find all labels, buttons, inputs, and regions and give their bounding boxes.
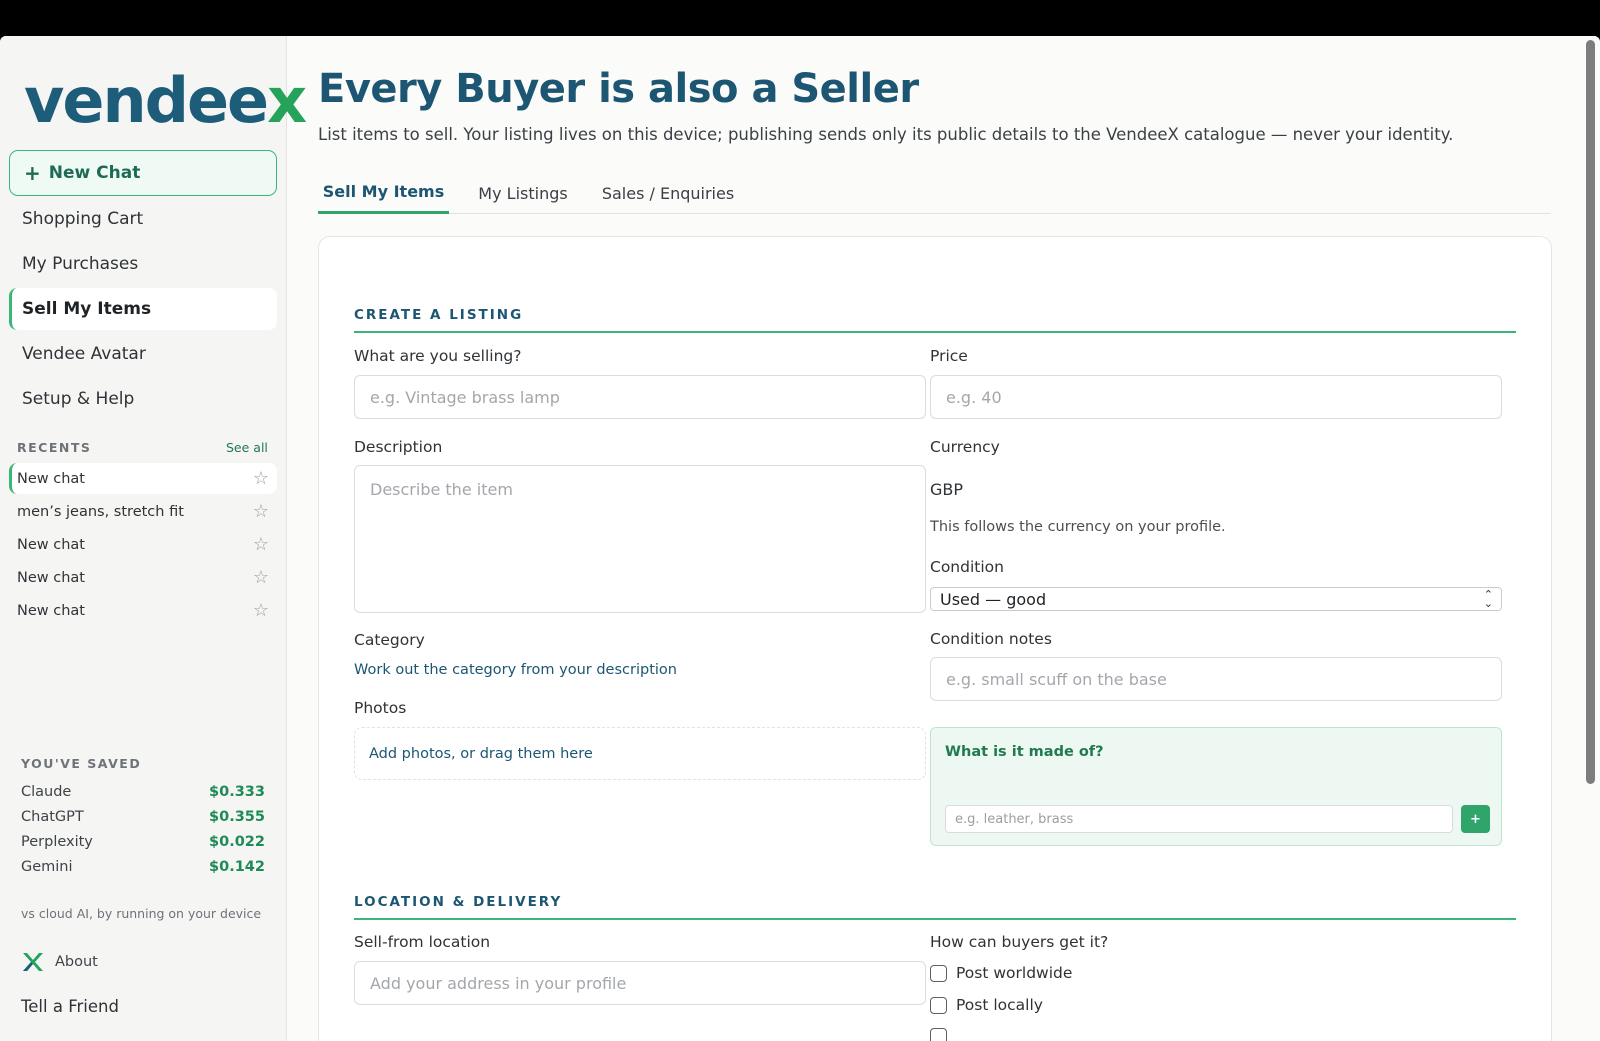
price-label: Price bbox=[930, 347, 968, 365]
star-icon[interactable]: ☆ bbox=[253, 468, 269, 489]
condition-notes-input[interactable]: e.g. small scuff on the base bbox=[930, 657, 1502, 701]
materials-panel: What is it made of? e.g. leather, brass … bbox=[930, 727, 1502, 846]
app-window: vendeex + New Chat Shopping Cart My Purc… bbox=[0, 36, 1600, 1041]
description-textarea[interactable]: Describe the item bbox=[354, 465, 926, 613]
select-arrows-icon: ⌃ ⌄ bbox=[1483, 588, 1493, 610]
saved-row-gemini: Gemini $0.142 bbox=[21, 859, 265, 875]
currency-label: Currency bbox=[930, 438, 1000, 456]
saved-provider: Perplexity bbox=[21, 834, 93, 850]
location-delivery-heading: LOCATION & DELIVERY bbox=[354, 894, 1516, 920]
sidebar-item-sell-my-items[interactable]: Sell My Items bbox=[9, 288, 277, 330]
sidebar-item-shopping-cart[interactable]: Shopping Cart bbox=[9, 198, 277, 240]
main-content: Every Buyer is also a Seller List items … bbox=[287, 36, 1582, 1041]
sidebar-item-label: Sell My Items bbox=[22, 299, 152, 319]
condition-selected: Used — good bbox=[940, 589, 1047, 609]
window-top-bar bbox=[0, 0, 1600, 36]
materials-question: What is it made of? bbox=[945, 744, 1104, 760]
recent-chat-item[interactable]: New chat ☆ bbox=[9, 463, 277, 494]
description-label: Description bbox=[354, 438, 443, 456]
currency-value: GBP bbox=[930, 480, 964, 499]
photos-label: Photos bbox=[354, 699, 407, 717]
saved-row-chatgpt: ChatGPT $0.355 bbox=[21, 809, 265, 825]
sell-from-input[interactable]: Add your address in your profile bbox=[354, 961, 926, 1005]
recent-chat-label: New chat bbox=[17, 470, 85, 487]
currency-hint: This follows the currency on your profil… bbox=[930, 519, 1226, 535]
page-scrollbar[interactable] bbox=[1582, 36, 1600, 1041]
selling-label: What are you selling? bbox=[354, 347, 522, 365]
recent-chat-item[interactable]: men’s jeans, stretch fit ☆ bbox=[9, 496, 277, 527]
checkbox[interactable] bbox=[930, 996, 947, 1014]
page-title: Every Buyer is also a Seller bbox=[318, 66, 919, 112]
category-label: Category bbox=[354, 631, 425, 649]
tab-bar: Sell My Items My Listings Sales / Enquir… bbox=[318, 172, 1551, 214]
materials-input[interactable]: e.g. leather, brass bbox=[945, 805, 1453, 833]
about-link[interactable]: About bbox=[21, 950, 98, 974]
sidebar-item-vendee-avatar[interactable]: Vendee Avatar bbox=[9, 333, 277, 375]
checkbox[interactable] bbox=[930, 1028, 947, 1041]
about-label: About bbox=[55, 954, 98, 970]
recent-chat-item[interactable]: New chat ☆ bbox=[9, 562, 277, 593]
category-auto-link[interactable]: Work out the category from your descript… bbox=[354, 662, 677, 678]
saved-amount: $0.355 bbox=[209, 809, 265, 825]
sidebar-item-my-purchases[interactable]: My Purchases bbox=[9, 243, 277, 285]
option-label: Post worldwide bbox=[956, 964, 1073, 982]
recents-heading: RECENTS bbox=[17, 440, 92, 455]
next-delivery-option[interactable] bbox=[930, 1028, 947, 1041]
recent-chat-item[interactable]: New chat ☆ bbox=[9, 595, 277, 626]
tab-sell-my-items[interactable]: Sell My Items bbox=[318, 172, 449, 214]
checkbox[interactable] bbox=[930, 964, 947, 982]
saved-heading: YOU'VE SAVED bbox=[21, 756, 142, 771]
vendeex-logo[interactable]: vendeex bbox=[24, 64, 307, 138]
recent-chat-label: New chat bbox=[17, 569, 85, 586]
tell-a-friend-link[interactable]: Tell a Friend bbox=[21, 997, 119, 1016]
sidebar-item-label: My Purchases bbox=[22, 254, 139, 274]
price-input[interactable]: e.g. 40 bbox=[930, 375, 1502, 419]
create-listing-heading: CREATE A LISTING bbox=[354, 307, 1516, 333]
saved-note: vs cloud AI, by running on your device bbox=[21, 906, 262, 921]
saved-amount: $0.333 bbox=[209, 784, 265, 800]
star-icon[interactable]: ☆ bbox=[253, 501, 269, 522]
photos-dropzone[interactable]: Add photos, or drag them here bbox=[354, 727, 926, 780]
page-subtitle: List items to sell. Your listing lives o… bbox=[318, 125, 1454, 144]
star-icon[interactable]: ☆ bbox=[253, 534, 269, 555]
new-chat-button[interactable]: + New Chat bbox=[9, 150, 277, 196]
condition-notes-label: Condition notes bbox=[930, 630, 1052, 648]
scrollbar-thumb[interactable] bbox=[1586, 40, 1595, 784]
listing-card: CREATE A LISTING What are you selling? e… bbox=[318, 236, 1552, 1041]
item-name-input[interactable]: e.g. Vintage brass lamp bbox=[354, 375, 926, 419]
saved-amount: $0.022 bbox=[209, 834, 265, 850]
condition-select[interactable]: Used — good ⌃ ⌄ bbox=[930, 587, 1502, 611]
new-chat-label: New Chat bbox=[48, 163, 141, 183]
star-icon[interactable]: ☆ bbox=[253, 567, 269, 588]
saved-provider: Gemini bbox=[21, 859, 73, 875]
post-locally-option[interactable]: Post locally bbox=[930, 996, 1043, 1014]
sidebar-item-label: Setup & Help bbox=[22, 389, 135, 409]
saved-row-perplexity: Perplexity $0.022 bbox=[21, 834, 265, 850]
saved-amount: $0.142 bbox=[209, 859, 265, 875]
saved-provider: ChatGPT bbox=[21, 809, 84, 825]
condition-label: Condition bbox=[930, 558, 1004, 576]
star-icon[interactable]: ☆ bbox=[253, 600, 269, 621]
saved-row-claude: Claude $0.333 bbox=[21, 784, 265, 800]
recent-chat-label: New chat bbox=[17, 602, 85, 619]
sidebar-item-setup-help[interactable]: Setup & Help bbox=[9, 378, 277, 420]
recent-chat-label: New chat bbox=[17, 536, 85, 553]
recent-chat-label: men’s jeans, stretch fit bbox=[17, 503, 184, 520]
sell-from-label: Sell-from location bbox=[354, 933, 491, 951]
sidebar: vendeex + New Chat Shopping Cart My Purc… bbox=[0, 36, 307, 1041]
delivery-label: How can buyers get it? bbox=[930, 933, 1109, 951]
plus-icon: + bbox=[24, 161, 41, 185]
tab-sales-enquiries[interactable]: Sales / Enquiries bbox=[598, 172, 738, 214]
post-worldwide-option[interactable]: Post worldwide bbox=[930, 964, 1072, 982]
sidebar-item-label: Shopping Cart bbox=[22, 209, 144, 229]
saved-provider: Claude bbox=[21, 784, 72, 800]
recent-chat-item[interactable]: New chat ☆ bbox=[9, 529, 277, 560]
option-label: Post locally bbox=[956, 996, 1043, 1014]
logo-text: vendee bbox=[24, 64, 269, 137]
tab-my-listings[interactable]: My Listings bbox=[463, 172, 583, 214]
add-material-button[interactable]: + bbox=[1461, 805, 1490, 833]
see-all-link[interactable]: See all bbox=[226, 440, 268, 455]
vendeex-x-icon bbox=[23, 953, 43, 971]
sidebar-item-label: Vendee Avatar bbox=[22, 344, 146, 364]
